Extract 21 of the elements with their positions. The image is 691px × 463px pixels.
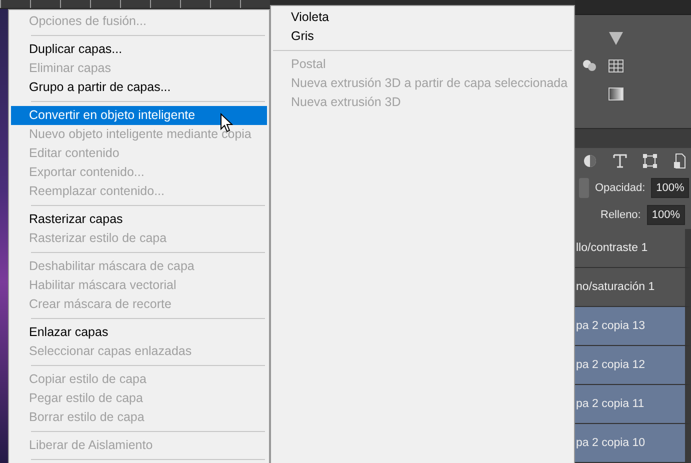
fill-label: Relleno:: [600, 209, 641, 222]
menu-item[interactable]: Gris: [273, 27, 572, 46]
fill-field[interactable]: 100%: [646, 205, 685, 226]
layer-row[interactable]: no/saturación 1: [575, 268, 691, 307]
menu-item[interactable]: Grupo a partir de capas...: [11, 78, 267, 97]
menu-item[interactable]: Violeta: [273, 8, 572, 27]
menu-item[interactable]: Rasterizar capas: [11, 210, 267, 229]
opacity-label: Opacidad:: [595, 182, 646, 194]
triangle-icon: [607, 29, 625, 48]
menu-item[interactable]: Duplicar capas...: [11, 40, 267, 59]
gradient-icon: [607, 85, 625, 104]
layer-row[interactable]: pa 2 copia 13: [575, 307, 691, 346]
layer-row[interactable]: llo/contraste 1: [575, 229, 691, 268]
grid-icon: [607, 57, 625, 76]
menu-item[interactable]: Enlazar capas: [11, 323, 267, 342]
layer-row[interactable]: pa 2 copia 11: [575, 385, 691, 424]
text-icon[interactable]: [611, 152, 629, 170]
layer-row[interactable]: pa 2 copia 10: [575, 424, 691, 463]
layer-row[interactable]: pa 2 copia 12: [575, 346, 691, 385]
opacity-field[interactable]: 100%: [651, 178, 690, 198]
transform-icon[interactable]: [641, 152, 659, 170]
